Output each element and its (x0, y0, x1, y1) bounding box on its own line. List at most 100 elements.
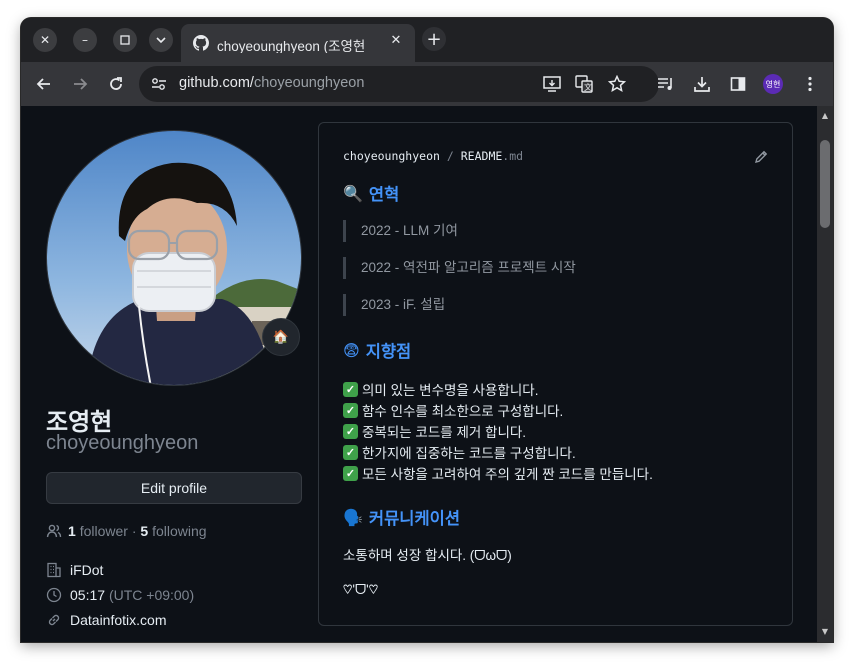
profile-login: choyeounghyeon (46, 432, 199, 454)
side-panel-icon (730, 77, 746, 91)
fearful-face-icon: 😨 (343, 340, 360, 360)
readme-file-base: README (460, 149, 503, 163)
communication-text: 소통하며 성장 합시다. (ᗜωᗜ) (343, 548, 512, 563)
arrow-left-icon (36, 78, 50, 90)
github-icon (193, 35, 209, 51)
arrow-right-icon (74, 78, 88, 90)
goal-item: ✓ 모든 사항을 고려하여 주의 깊게 짠 코드를 만듭니다. (343, 463, 653, 483)
check-mark-icon: ✓ (343, 465, 358, 481)
status-badge[interactable]: 🏠 (262, 318, 300, 356)
follow-separator: · (127, 523, 141, 539)
install-app-icon[interactable] (543, 76, 561, 92)
reload-button[interactable] (105, 73, 127, 95)
menu-button[interactable] (799, 73, 821, 95)
profile-photo-image (47, 131, 301, 385)
chevron-down-icon (156, 37, 166, 44)
timezone: (UTC +09:00) (108, 587, 195, 603)
vcard-company: iFDot (46, 562, 103, 578)
url-path: choyeounghyeon (253, 75, 365, 91)
readme-file-link[interactable]: README.md (461, 149, 523, 163)
follow-stats: 1 follower · 5 following (46, 523, 207, 539)
browser-window: ✕ – choyeounghyeon (조영현 ✕ + github.com/c… (21, 18, 833, 642)
goal-text: 중복되는 코드를 제거 합니다. (362, 425, 527, 440)
url-text[interactable]: github.com/choyeounghyeon (179, 75, 364, 91)
communication-heading: 🗣️ 커뮤니케이션 (343, 505, 460, 529)
downloads-button[interactable] (691, 73, 713, 95)
local-time: 05:17 (70, 587, 106, 603)
house-icon: 🏠 (272, 329, 290, 345)
profile-avatar[interactable]: 영현 (763, 74, 783, 94)
page-scrollbar[interactable]: ▲ ▼ (817, 106, 833, 642)
goals-heading: 😨 지향점 (343, 338, 411, 362)
goal-text: 모든 사항을 고려하여 주의 깊게 짠 코드를 만듭니다. (362, 467, 653, 482)
bookmark-star-icon[interactable] (608, 75, 626, 93)
company-name: iFDot (70, 562, 104, 578)
tab-bar: ✕ – choyeounghyeon (조영현 ✕ + (21, 18, 833, 62)
page-content: 🏠 조영현 choyeounghyeon Edit profile 1 foll… (21, 106, 817, 642)
goals-title: 지향점 (365, 342, 412, 361)
address-bar[interactable]: github.com/choyeounghyeon 文 (139, 66, 659, 102)
people-icon (46, 524, 62, 538)
following-label: following (152, 523, 207, 539)
edit-profile-button[interactable]: Edit profile (46, 472, 302, 504)
readme-owner-link[interactable]: choyeounghyeon (343, 149, 440, 163)
followers-label: follower (79, 523, 128, 539)
followers-link[interactable]: 1 follower (68, 523, 128, 539)
download-icon (694, 77, 710, 92)
goal-text: 의미 있는 변수명을 사용합니다. (362, 383, 539, 398)
minimize-window-button[interactable]: – (73, 28, 97, 52)
communication-footer: ♡'ᗜ'♡ (343, 582, 379, 597)
tab-title: choyeounghyeon (조영현 (217, 39, 366, 53)
magnifier-icon: 🔍 (343, 183, 363, 203)
history-item: 2023 - iF. 설립 (343, 294, 445, 316)
close-window-button[interactable]: ✕ (33, 28, 57, 52)
check-mark-icon: ✓ (343, 381, 358, 397)
check-mark-icon: ✓ (343, 423, 358, 439)
scroll-thumb[interactable] (820, 140, 830, 228)
goal-item: ✓ 의미 있는 변수명을 사용합니다. (343, 379, 538, 399)
vcard-localtime: 05:17 (UTC +09:00) (46, 587, 194, 603)
kebab-menu-icon (808, 76, 812, 92)
tab-github-profile[interactable]: choyeounghyeon (조영현 ✕ (181, 24, 415, 62)
website-link[interactable]: Datainfotix.com (70, 612, 166, 628)
pencil-icon[interactable] (753, 149, 769, 165)
link-icon (48, 614, 60, 626)
readme-card: choyeounghyeon / README.md 🔍 연혁 2022 - L… (318, 122, 793, 626)
maximize-icon (120, 35, 130, 45)
tab-close-icon[interactable]: ✕ (387, 33, 405, 51)
history-item: 2022 - LLM 기여 (343, 220, 458, 242)
followers-count: 1 (68, 523, 76, 539)
maximize-window-button[interactable] (113, 28, 137, 52)
readme-path-separator: / (446, 149, 454, 163)
new-tab-button[interactable]: + (422, 27, 446, 51)
check-mark-icon: ✓ (343, 402, 358, 418)
forward-button[interactable] (69, 73, 91, 95)
goal-text: 함수 인수를 최소한으로 구성합니다. (362, 404, 564, 419)
goal-item: ✓ 한가지에 집중하는 코드를 구성합니다. (343, 442, 576, 462)
history-heading: 🔍 연혁 (343, 181, 399, 205)
toolbar: github.com/choyeounghyeon 文 영현 (21, 62, 833, 106)
playlist-icon (658, 78, 672, 90)
scroll-down-arrow-icon[interactable]: ▼ (821, 628, 829, 636)
svg-text:文: 文 (584, 82, 592, 92)
clock-icon (46, 587, 62, 603)
history-item: 2022 - 역전파 알고리즘 프로젝트 시작 (343, 257, 576, 279)
goal-item: ✓ 중복되는 코드를 제거 합니다. (343, 421, 526, 441)
media-controls-button[interactable] (655, 73, 677, 95)
profile-photo[interactable] (46, 130, 302, 386)
building-icon (47, 562, 61, 578)
history-title: 연혁 (368, 185, 400, 204)
side-panel-button[interactable] (727, 73, 749, 95)
back-button[interactable] (33, 73, 55, 95)
speaking-head-icon: 🗣️ (343, 507, 363, 527)
following-count: 5 (140, 523, 149, 539)
tab-search-button[interactable] (149, 28, 173, 52)
scroll-up-arrow-icon[interactable]: ▲ (821, 112, 829, 120)
site-info-icon[interactable] (151, 77, 167, 91)
vcard-website: Datainfotix.com (46, 612, 166, 628)
url-host: github.com/ (179, 75, 254, 91)
translate-icon[interactable]: 文 (575, 75, 593, 93)
profile-initials: 영현 (765, 79, 781, 89)
following-link[interactable]: 5 following (140, 523, 206, 539)
goal-text: 한가지에 집중하는 코드를 구성합니다. (362, 446, 576, 461)
